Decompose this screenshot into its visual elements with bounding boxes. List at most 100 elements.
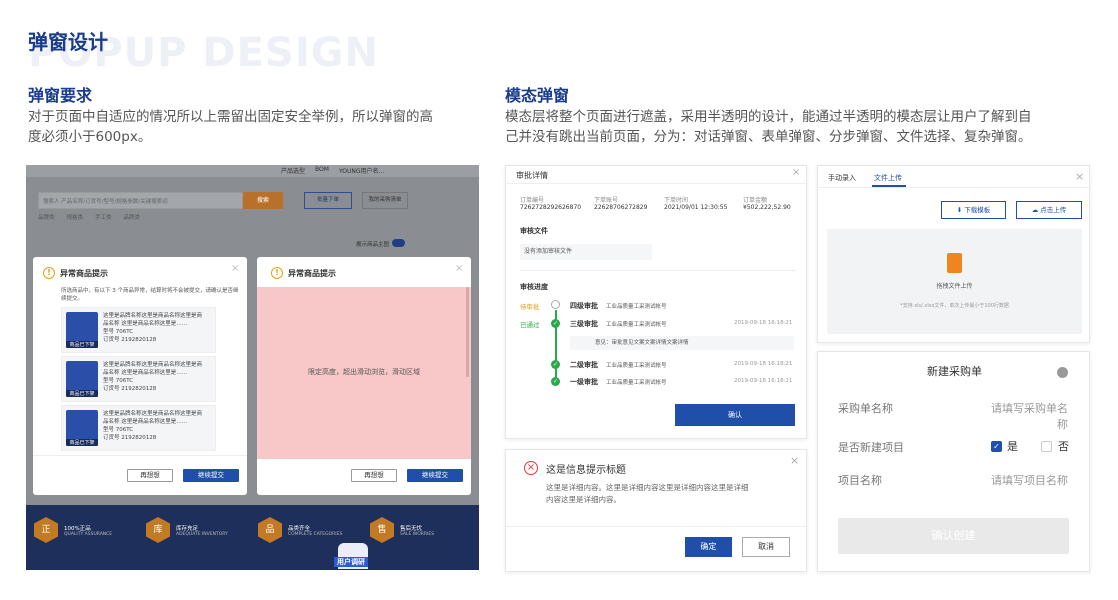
survey-label[interactable]: 用户调研 (334, 557, 368, 567)
close-icon[interactable]: × (792, 167, 800, 178)
close-icon[interactable]: × (231, 263, 239, 274)
dialog-title: 这是信息提示标题 (546, 465, 626, 476)
continue-submit-button[interactable]: 继续提交 (183, 469, 239, 482)
left-section-title: 弹窗要求 (28, 86, 93, 105)
purchase-name-input[interactable]: 请填写采购单名称 (983, 400, 1068, 432)
info-col: 下单账号 22628706272829 (594, 195, 664, 211)
filter-tag[interactable]: 手工类 (95, 213, 112, 221)
search-button[interactable]: 搜索 (243, 192, 283, 209)
body-line1: 这里是详细内容。这里是详细内容这里是详细内容这里是详细 (546, 483, 749, 492)
feature-cn: 库存充足 (176, 525, 199, 532)
step-status: 待审批 (520, 303, 540, 311)
info-col: 订单编号 7262728292626870 (520, 195, 594, 211)
batch-order-button[interactable]: 批量下单 (304, 192, 352, 209)
item-line2: 品名称 这里是商品名称这里是…… (103, 321, 188, 327)
divider (33, 455, 247, 456)
upload-hint: *支持.xls/.xlsx文件，单次上传最小于100行数据 (900, 303, 1009, 309)
dialog-intro: 所选商品中，有以下 3 个商品异常，结算时将不会被提交，请确认是否继续提交。 (61, 288, 239, 302)
divider (818, 187, 1091, 188)
filter-tags: 品牌类 规格类 手工类 品牌类 (38, 213, 140, 221)
confirm-create-button[interactable]: 确认创建 (838, 518, 1069, 554)
tab-file-upload[interactable]: 文件上传 (874, 173, 902, 183)
close-icon[interactable]: × (455, 263, 463, 274)
warning-icon: ! (271, 267, 283, 279)
info-value: 2021/09/01 12:30:55 (664, 204, 728, 211)
right-section-title: 模态弹窗 (505, 86, 570, 105)
confirm-button[interactable]: 确认 (675, 404, 795, 426)
drop-label: 拖拽文件上传 (936, 283, 973, 290)
continue-submit-button[interactable]: 继续提交 (407, 469, 463, 482)
step-approver: 工业品质量工采测试帐号 (606, 322, 667, 328)
dialog-title: 异常商品提示 (60, 268, 108, 278)
upload-button[interactable]: ☁ 点击上传 (1016, 201, 1082, 219)
feature-en: ADEQUATE INVENTORY (176, 531, 228, 537)
scrollbar[interactable] (466, 287, 469, 377)
download-template-button[interactable]: ⬇ 下载模板 (941, 201, 1006, 219)
feature-item: 库 库存充足 ADEQUATE INVENTORY (146, 517, 246, 543)
page-title: 弹窗设计 (28, 30, 108, 54)
step-approver: 工业品质量工采测试帐号 (606, 380, 667, 386)
item-line1: 这里是品牌名称这里是商品名称这里是商 (103, 313, 203, 319)
step-approver: 工业品质量工采测试帐号 (606, 304, 667, 310)
footer-features: 正 100%正品 QUALITY ASSURANCE 库 库存充足 ADEQUATE… (34, 517, 474, 543)
item-order: 订货号 2192820128 (103, 435, 157, 441)
project-name-input[interactable]: 请填写项目名称 (983, 472, 1068, 488)
main-image-toggle[interactable] (392, 239, 405, 247)
scroll-limit-dialog: ! 异常商品提示 × 限定高度，超出滑动浏览，滑动区域 再想想 继续提交 (257, 257, 471, 495)
product-thumb: 商品已下架 (66, 312, 98, 348)
filter-tag[interactable]: 品牌类 (38, 213, 55, 221)
item-model: 型号 706TC (103, 427, 134, 433)
yes-checkbox[interactable]: ✓ (991, 441, 1002, 452)
new-purchase-dialog: 新建采购单 采购单名称 请填写采购单名称 是否新建项目 ✓ 是 否 项目名称 请… (817, 351, 1090, 572)
left-desc-line2: 度必须小于600px。 (28, 129, 152, 145)
check-icon: ✓ (551, 319, 560, 328)
goods-list: 商品已下架 这里是品牌名称这里是商品名称这里是商 品名称 这里是商品名称这里是……… (61, 307, 216, 451)
list-item: 商品已下架 这里是品牌名称这里是商品名称这里是商 品名称 这里是商品名称这里是……… (61, 356, 216, 402)
drop-zone[interactable]: 拖拽文件上传 *支持.xls/.xlsx文件，单次上传最小于100行数据 (827, 229, 1082, 334)
rethink-button[interactable]: 再想想 (127, 469, 173, 482)
info-label: 订单金额 (743, 197, 768, 204)
step-time: 2019-09-18 16:18:21 (734, 320, 793, 326)
list-item: 商品已下架 这里是品牌名称这里是商品名称这里是商 品名称 这里是商品名称这里是……… (61, 307, 216, 353)
dialog-title: 新建采购单 (927, 365, 982, 378)
close-icon[interactable]: × (1075, 170, 1084, 183)
files-empty-box: 没有添加审核文件 (520, 244, 652, 260)
scroll-area-label: 限定高度，超出滑动浏览，滑动区域 (308, 368, 420, 376)
topbar-item[interactable]: YOUNG用户名… (339, 166, 385, 175)
field-label: 是否新建项目 (838, 441, 904, 454)
search-input[interactable]: 搜索人 产品名称/订货号/型号/规格参数/关键搜索词 (38, 192, 243, 209)
divider (506, 183, 808, 184)
dialog-title: 异常商品提示 (288, 268, 336, 278)
step-approver: 工业品质量工采测试帐号 (606, 363, 667, 369)
topbar-item[interactable]: 产品选型 (281, 166, 305, 175)
close-dot-icon[interactable] (1057, 367, 1068, 378)
tab-manual[interactable]: 手动录入 (828, 173, 856, 183)
filter-tag[interactable]: 规格类 (67, 213, 84, 221)
product-thumb: 商品已下架 (66, 361, 98, 397)
order-info: 订单编号 7262728292626870 下单账号 22628706272829 … (520, 195, 813, 211)
cancel-button[interactable]: 取消 (742, 537, 790, 557)
upload-dialog: 手动录入 文件上传 × ⬇ 下载模板 ☁ 点击上传 拖拽文件上传 *支持.xls… (817, 165, 1091, 343)
scroll-area[interactable]: 限定高度，超出滑动浏览，滑动区域 (257, 287, 471, 459)
check-icon: ✓ (551, 377, 560, 386)
topbar-item[interactable]: BOM (315, 166, 329, 175)
rethink-button[interactable]: 再想想 (351, 469, 397, 482)
filter-tag[interactable]: 品牌类 (124, 213, 141, 221)
category-icon: 品 (258, 517, 282, 543)
info-value: ¥502,222,52.90 (743, 204, 791, 211)
right-desc-line2: 己并没有跳出当前页面，分为：对话弹窗、表单弹窗、分步弹窗、文件选择、复杂弹窗。 (505, 129, 1032, 145)
ok-button[interactable]: 确定 (685, 537, 732, 557)
feature-en: COMPLETE CATEGORIES (288, 531, 343, 537)
thumb-label: 商品已下架 (66, 341, 98, 348)
list-item: 商品已下架 这里是品牌名称这里是商品名称这里是商 品名称 这里是商品名称这里是……… (61, 405, 216, 451)
step-status: 已通过 (520, 321, 540, 329)
item-line1: 这里是品牌名称这里是商品名称这里是商 (103, 411, 203, 417)
feature-item: 正 100%正品 QUALITY ASSURANCE (34, 517, 134, 543)
step-time: 2019-09-18 16:18:21 (734, 378, 793, 384)
close-icon[interactable]: × (790, 454, 799, 467)
no-checkbox[interactable] (1041, 441, 1052, 452)
body-line2: 内容这里是详细内容。 (546, 495, 621, 504)
thumb-label: 商品已下架 (66, 390, 98, 397)
left-desc-line1: 对于页面中自适应的情况所以上需留出固定安全举例，所以弹窗的高 (28, 109, 433, 125)
cart-button[interactable]: 我的采购清单 (362, 192, 408, 209)
